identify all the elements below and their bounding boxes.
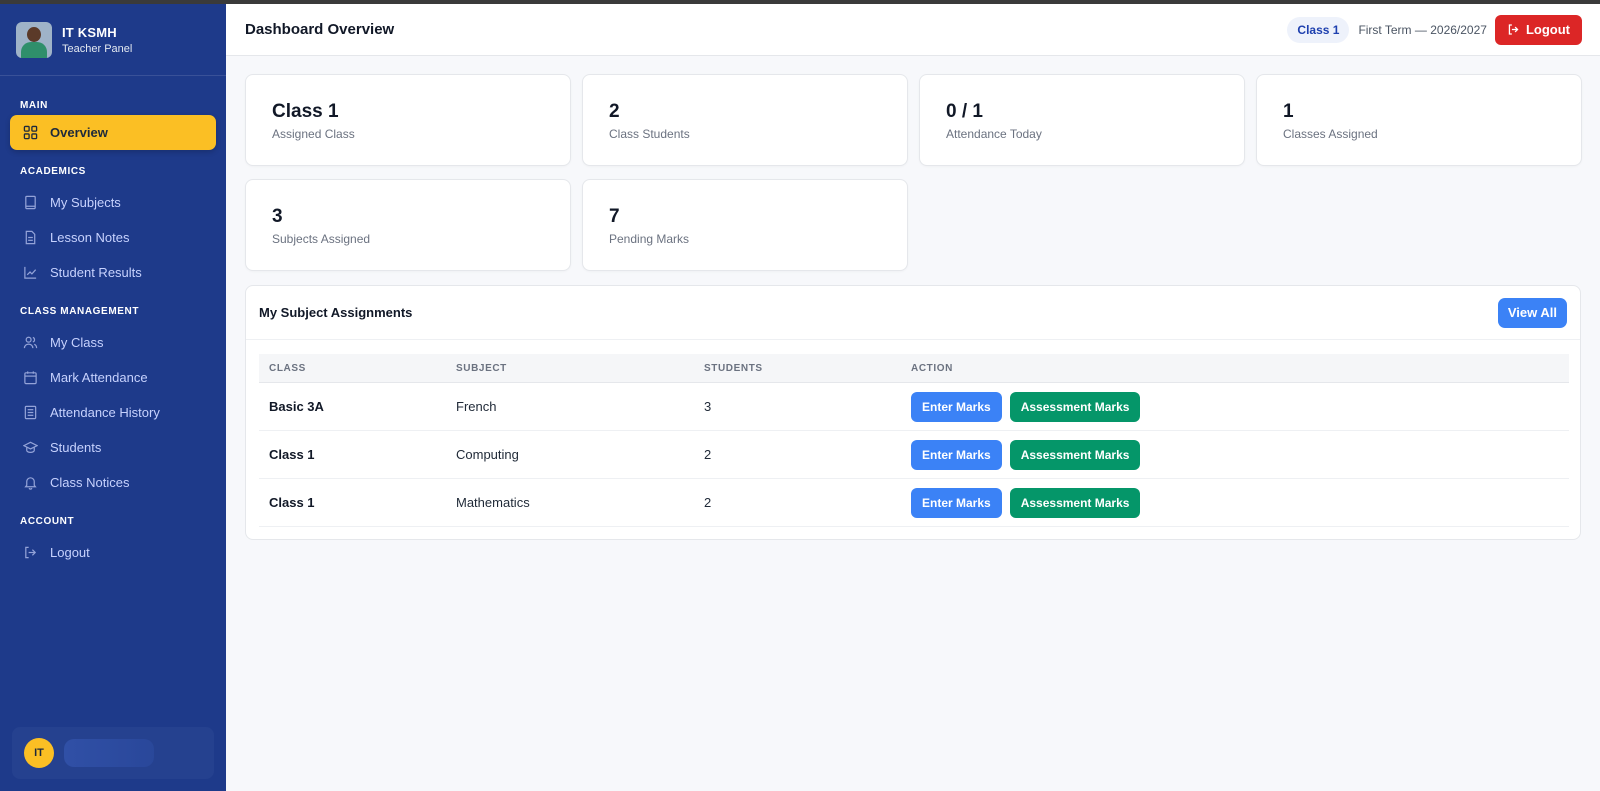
stat-value: 2 [609, 101, 620, 122]
users-icon [22, 335, 38, 351]
stat-card-class-students: 2 Class Students [582, 74, 908, 166]
sidebar-item-mark-attendance[interactable]: Mark Attendance [10, 360, 216, 395]
table-row: Class 1 Mathematics 2 Enter Marks Assess… [259, 479, 1569, 527]
cell-students: 2 [704, 495, 712, 510]
logout-icon [1507, 23, 1520, 36]
stat-card-subjects-assigned: 3 Subjects Assigned [245, 179, 571, 271]
sidebar-item-label: My Class [50, 335, 104, 350]
window-top-strip [0, 0, 1600, 4]
column-header-subject: SUBJECT [456, 362, 507, 374]
book-icon [22, 195, 38, 211]
sidebar-item-overview[interactable]: Overview [10, 115, 216, 150]
table-row: Class 1 Computing 2 Enter Marks Assessme… [259, 431, 1569, 479]
sidebar-item-label: Overview [50, 125, 108, 140]
cell-class: Class 1 [269, 447, 315, 462]
stat-card-assigned-class: Class 1 Assigned Class [245, 74, 571, 166]
term-label: First Term — 2026/2027 [1358, 22, 1487, 37]
sidebar-item-label: Attendance History [50, 405, 160, 420]
cell-students: 3 [704, 399, 712, 414]
chart-line-icon [22, 265, 38, 281]
bell-icon [22, 475, 38, 491]
stat-card-attendance-today: 0 / 1 Attendance Today [919, 74, 1245, 166]
assignments-table: CLASS SUBJECT STUDENTS ACTION Basic 3A F… [259, 354, 1569, 527]
sidebar-item-label: Student Results [50, 265, 142, 280]
logout-icon [22, 545, 38, 561]
list-icon [22, 405, 38, 421]
sidebar-item-my-subjects[interactable]: My Subjects [10, 185, 216, 220]
logout-label: Logout [1525, 22, 1570, 37]
stat-label: Classes Assigned [1283, 127, 1378, 141]
cell-subject: Computing [456, 447, 519, 462]
cell-students: 2 [704, 447, 712, 462]
stat-value: 1 [1283, 101, 1294, 122]
document-icon [22, 230, 38, 246]
column-header-students: STUDENTS [704, 362, 763, 374]
stat-label: Assigned Class [272, 127, 355, 141]
sidebar-item-label: My Subjects [50, 195, 121, 210]
stat-label: Subjects Assigned [272, 232, 371, 246]
panel-title: My Subject Assignments [259, 305, 413, 320]
avatar: IT [24, 738, 54, 768]
table-row: Basic 3A French 3 Enter Marks Assessment… [259, 383, 1569, 431]
profile-photo [16, 21, 52, 58]
page-title: Dashboard Overview [245, 21, 395, 38]
sidebar-item-label: Logout [50, 545, 90, 560]
cell-subject: Mathematics [456, 495, 530, 510]
stat-label: Pending Marks [609, 232, 690, 246]
section-label-account: ACCOUNT [20, 516, 75, 527]
table-header: CLASS SUBJECT STUDENTS ACTION [259, 354, 1569, 383]
sidebar-item-label: Mark Attendance [50, 370, 148, 385]
section-label-academics: ACADEMICS [20, 166, 86, 177]
stat-value: 3 [272, 206, 283, 227]
sidebar-item-student-results[interactable]: Student Results [10, 255, 216, 290]
logout-button[interactable]: Logout [1494, 14, 1582, 45]
brand-title: IT KSMH [62, 24, 117, 40]
sidebar: IT KSMH Teacher Panel MAIN Overview ACAD… [0, 4, 226, 791]
sidebar-item-lesson-notes[interactable]: Lesson Notes [10, 220, 216, 255]
graduation-cap-icon [22, 440, 38, 456]
view-all-button[interactable]: View All [1497, 297, 1567, 328]
stat-value: Class 1 [272, 101, 339, 122]
cell-class: Class 1 [269, 495, 315, 510]
section-label-class-management: CLASS MANAGEMENT [20, 306, 140, 317]
top-header: Dashboard Overview Class 1 First Term — … [226, 4, 1600, 56]
column-header-class: CLASS [269, 362, 306, 374]
stat-card-pending-marks: 7 Pending Marks [582, 179, 908, 271]
assessment-marks-button[interactable]: Assessment Marks [1009, 439, 1141, 470]
sidebar-item-logout[interactable]: Logout [10, 535, 216, 570]
sidebar-item-my-class[interactable]: My Class [10, 325, 216, 360]
stat-label: Class Students [609, 127, 690, 141]
cell-subject: French [456, 399, 497, 414]
sidebar-item-class-notices[interactable]: Class Notices [10, 465, 216, 500]
enter-marks-button[interactable]: Enter Marks [911, 487, 1002, 518]
stat-value: 0 / 1 [946, 101, 983, 122]
sidebar-item-label: Class Notices [50, 475, 130, 490]
subject-assignments-panel: My Subject Assignments View All CLASS SU… [245, 285, 1581, 540]
main-content: Class 1 Assigned Class 2 Class Students … [226, 56, 1600, 791]
sidebar-item-label: Lesson Notes [50, 230, 130, 245]
sidebar-item-students[interactable]: Students [10, 430, 216, 465]
assessment-marks-button[interactable]: Assessment Marks [1009, 391, 1141, 422]
column-header-action: ACTION [911, 362, 953, 374]
brand: IT KSMH Teacher Panel [0, 4, 226, 76]
stat-label: Attendance Today [946, 127, 1042, 141]
stat-card-classes-assigned: 1 Classes Assigned [1256, 74, 1582, 166]
sidebar-item-label: Students [50, 440, 102, 455]
sidebar-nav: MAIN Overview ACADEMICS My Subjects Less… [0, 76, 226, 570]
class-badge: Class 1 [1287, 16, 1350, 43]
enter-marks-button[interactable]: Enter Marks [911, 439, 1002, 470]
section-label-main: MAIN [20, 100, 48, 111]
user-profile-box[interactable]: IT [12, 727, 214, 779]
stat-value: 7 [609, 206, 620, 227]
cell-class: Basic 3A [269, 399, 324, 414]
grid-icon [22, 125, 38, 141]
sidebar-item-attendance-history[interactable]: Attendance History [10, 395, 216, 430]
calendar-icon [22, 370, 38, 386]
assessment-marks-button[interactable]: Assessment Marks [1009, 487, 1141, 518]
brand-subtitle: Teacher Panel [62, 42, 133, 55]
enter-marks-button[interactable]: Enter Marks [911, 391, 1002, 422]
user-name-redacted [64, 739, 154, 767]
